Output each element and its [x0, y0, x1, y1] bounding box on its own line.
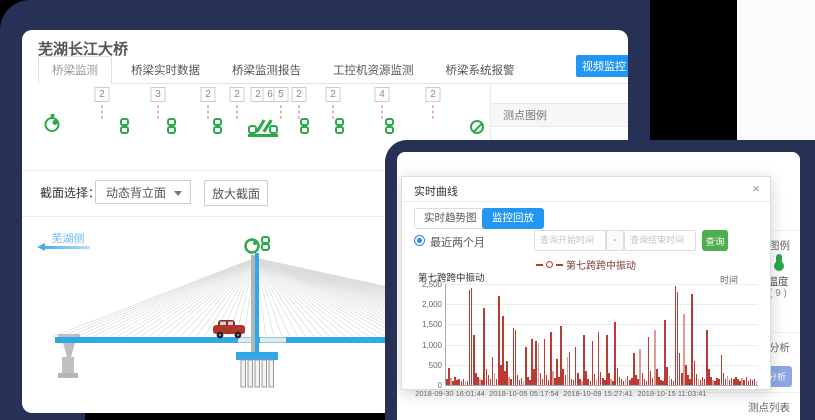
sensor-count-badge: 2: [201, 87, 216, 102]
point-list-header: 测点列表: [748, 400, 790, 415]
gridline: [446, 345, 758, 346]
chain-icon[interactable]: [300, 118, 310, 134]
sensor-dashed-line: [433, 105, 434, 119]
y-tick-label: 1,000: [422, 341, 442, 350]
gridline: [446, 284, 758, 285]
side-legend-header: 图例: [769, 238, 790, 253]
video-monitor-button[interactable]: 视频监控: [576, 55, 628, 77]
sensor-count-badge: 2: [95, 87, 110, 102]
query-button[interactable]: 查询: [702, 230, 728, 251]
main-tab-bar: 桥梁监测桥梁实时数据桥梁监测报告工控机资源监测桥梁系统报警: [38, 57, 628, 84]
start-time-input[interactable]: 查询开始时间: [534, 230, 606, 251]
chain-icon[interactable]: [335, 118, 345, 134]
point-legend-header: 测点图例: [491, 103, 628, 127]
car: [213, 320, 245, 338]
legend-series-label: 第七跨跨中振动: [566, 257, 636, 272]
tab-monitor-playback[interactable]: 监控回放: [482, 208, 544, 229]
sensor-dashed-line: [158, 105, 159, 119]
radio-last-two-months[interactable]: [414, 235, 425, 246]
sensor-dashed-line: [208, 105, 209, 119]
legend-marker: [556, 264, 563, 266]
main-tab-3[interactable]: 工控机资源监测: [320, 57, 427, 83]
chevron-down-icon: [174, 191, 182, 196]
chain-icon[interactable]: [213, 118, 223, 134]
enlarge-section-button[interactable]: 放大截面: [204, 180, 268, 206]
dialog-window: 图例 温度 ( 9 ) 对比分析 对比分析 测点列表 实时曲线 × 实时趋势图 …: [397, 152, 800, 420]
y-tick-label: 1,500: [422, 320, 442, 329]
close-icon[interactable]: ×: [752, 181, 760, 196]
gauge-icon[interactable]: [45, 117, 60, 132]
bridge-pier: [236, 352, 278, 387]
section-select-dropdown[interactable]: 动态背立面: [95, 180, 191, 204]
start-time-placeholder: 查询开始时间: [535, 231, 605, 250]
end-time-input[interactable]: 查询结束时间: [624, 230, 696, 251]
dialog-title: 实时曲线: [414, 183, 458, 199]
sensor-count-badge: 2: [426, 87, 441, 102]
vibration-bar: [756, 381, 758, 385]
section-select-label: 截面选择：: [40, 184, 100, 201]
main-tab-4[interactable]: 桥梁系统报警: [433, 57, 528, 83]
sensor-dashed-line: [299, 105, 300, 119]
dialog-header: 实时曲线 ×: [402, 177, 770, 202]
truss-icon[interactable]: [248, 118, 278, 137]
section-select-value: 动态背立面: [106, 186, 166, 200]
thermometer-icon: [776, 254, 782, 267]
sensor-dashed-line: [281, 105, 282, 119]
tab-realtime-trend[interactable]: 实时趋势图: [414, 208, 487, 229]
sensor-count-badge: 5: [274, 87, 289, 102]
y-tick-label: 2,000: [422, 300, 442, 309]
y-tick-label: 2,500: [422, 280, 442, 289]
background-window-sliver: [737, 0, 815, 155]
radio-label: 最近两个月: [430, 234, 485, 250]
sensor-count-badge: 2: [230, 87, 245, 102]
main-tab-1[interactable]: 桥梁实时数据: [118, 57, 213, 83]
sensor-dashed-line: [382, 105, 383, 119]
main-tab-0[interactable]: 桥梁监测: [38, 56, 112, 84]
sensor-count-badge: 4: [375, 87, 390, 102]
legend-marker: [536, 264, 543, 266]
tower-sensor-icons: [246, 237, 270, 253]
date-range-separator: -: [606, 230, 624, 251]
legend-marker-ring: [546, 261, 553, 268]
chain-icon[interactable]: [167, 118, 177, 134]
screen: 芜湖长江大桥 桥梁监测桥梁实时数据桥梁监测报告工控机资源监测桥梁系统报警 视频监…: [0, 0, 815, 420]
chain-icon[interactable]: [385, 118, 395, 134]
dialog-window-frame: 图例 温度 ( 9 ) 对比分析 对比分析 测点列表 实时曲线 × 实时趋势图 …: [385, 140, 815, 420]
end-time-placeholder: 查询结束时间: [625, 231, 695, 250]
sensor-count-badge: 3: [151, 87, 166, 102]
prohibited-icon[interactable]: [470, 120, 484, 134]
realtime-curve-dialog: 实时曲线 × 实时趋势图 监控回放 最近两个月 查询开始时间 - 查询结束时间 …: [401, 176, 771, 390]
sensor-dashed-line: [333, 105, 334, 119]
y-tick-label: 500: [429, 361, 442, 370]
sensor-count-badge: 2: [326, 87, 341, 102]
chain-icon[interactable]: [120, 118, 130, 134]
x-axis-label: 时间: [720, 273, 738, 286]
bridge-tower: [251, 253, 259, 355]
sensor-dashed-line: [237, 105, 238, 119]
vibration-chart: 2,5002,0001,5001,00050002018-09-30 16:01…: [445, 284, 758, 386]
sensor-dashed-line: [102, 105, 103, 119]
gridline: [446, 304, 758, 305]
sensor-count-badge: 2: [292, 87, 307, 102]
gridline: [446, 324, 758, 325]
x-tick-label: 2018-10-15 11:03:41: [627, 389, 717, 398]
main-tab-2[interactable]: 桥梁监测报告: [219, 57, 314, 83]
